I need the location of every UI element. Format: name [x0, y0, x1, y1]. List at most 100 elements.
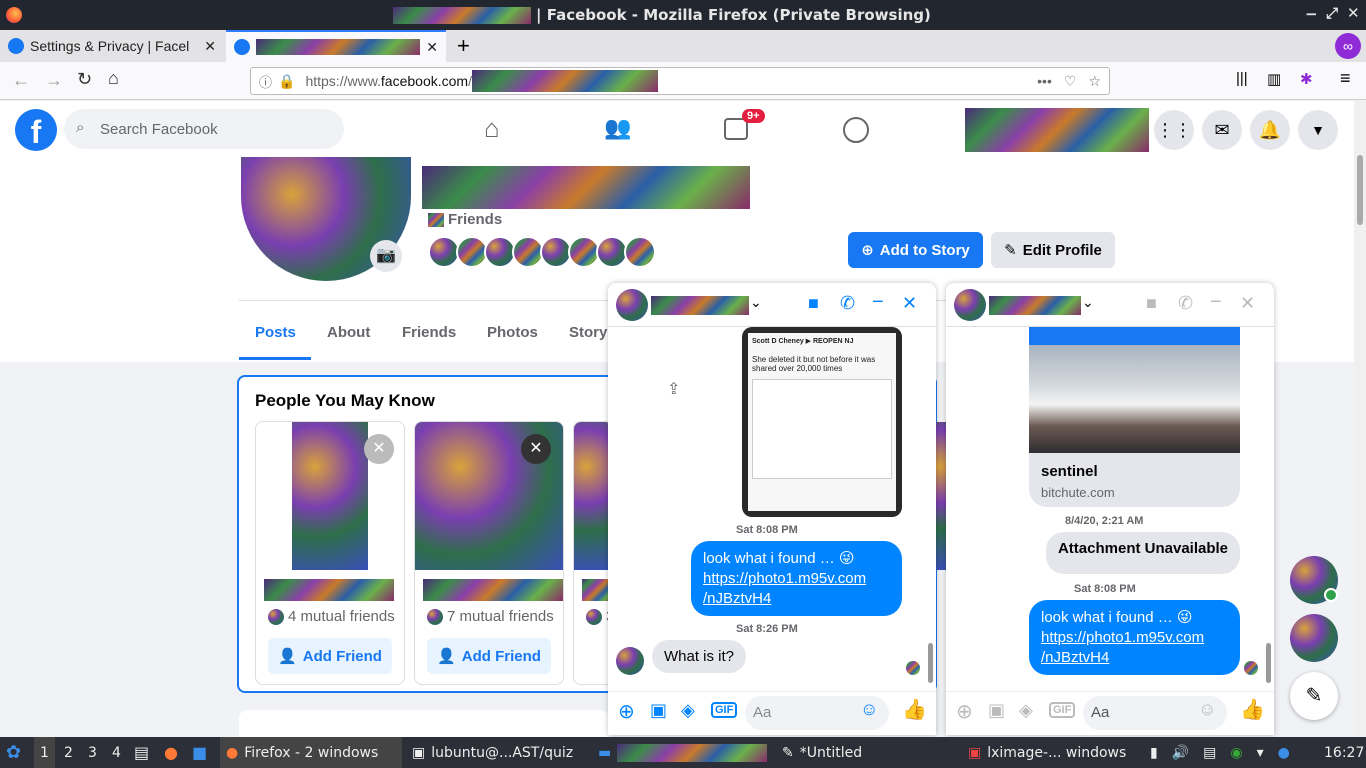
- network-icon[interactable]: ▾: [1257, 745, 1264, 761]
- add-friend-button[interactable]: 👤 Add Friend: [427, 638, 551, 674]
- friends-nav-icon[interactable]: 👥: [604, 115, 631, 141]
- minimize-chat-icon[interactable]: −: [1210, 291, 1222, 314]
- chat-head[interactable]: [1290, 614, 1338, 662]
- url-bar[interactable]: ⓘ 🔒 https://www. facebook.com / ••• ♡ ☆: [250, 67, 1110, 95]
- sent-message[interactable]: look what i found … 😜 https://photo1.m95…: [691, 541, 902, 616]
- facebook-logo-icon[interactable]: f: [15, 109, 57, 151]
- chat-window[interactable]: ⌄ ■ ✆ − ✕ ⇪ Scott D Cheney ▶ REOPEN NJ S…: [608, 283, 936, 735]
- message-link[interactable]: https://photo1.m95v.com: [703, 569, 890, 589]
- file-manager-icon[interactable]: ▤: [134, 737, 149, 768]
- start-menu-icon[interactable]: ✿: [6, 737, 21, 768]
- info-icon[interactable]: ⓘ: [259, 72, 272, 91]
- add-friend-button[interactable]: 👤 Add Friend: [268, 638, 392, 674]
- card-photo[interactable]: [292, 422, 368, 570]
- tab-close-icon[interactable]: ✕: [426, 39, 438, 56]
- workspace-2[interactable]: 2: [64, 737, 73, 768]
- tab-photos[interactable]: Photos: [487, 324, 538, 341]
- close-chat-icon[interactable]: ✕: [1240, 293, 1255, 314]
- page-scrollbar-thumb[interactable]: [1357, 155, 1363, 225]
- gif-icon[interactable]: GIF: [1049, 702, 1076, 718]
- chevron-down-icon[interactable]: ⌄: [750, 294, 762, 311]
- new-tab-icon[interactable]: +: [457, 33, 470, 59]
- sidebar-icon[interactable]: ▥: [1267, 70, 1281, 88]
- add-to-story-button[interactable]: ⊕ Add to Story: [848, 232, 983, 268]
- shared-image[interactable]: Scott D Cheney ▶ REOPEN NJ She deleted i…: [742, 327, 902, 517]
- video-call-icon[interactable]: ■: [1146, 293, 1157, 314]
- pymk-card[interactable]: ✕ 4 mutual friends 👤 Add Friend: [255, 421, 405, 685]
- mutual-friends[interactable]: 4 mutual friends: [288, 608, 395, 625]
- task-lximage[interactable]: ▣ lximage-... windows: [968, 737, 1126, 768]
- tab-friends[interactable]: Friends: [402, 324, 456, 341]
- close-chat-icon[interactable]: ✕: [902, 293, 917, 314]
- friend-avatars[interactable]: [428, 236, 658, 268]
- message-link[interactable]: /nJBztvH4: [703, 589, 890, 609]
- plus-circle-icon[interactable]: ⊕: [618, 699, 635, 724]
- bookmark-star-icon[interactable]: ☆: [1088, 73, 1101, 90]
- camera-icon[interactable]: 📷: [370, 240, 402, 272]
- tab-posts[interactable]: Posts: [255, 324, 296, 341]
- chat-scrollbar[interactable]: [928, 643, 933, 683]
- phone-call-icon[interactable]: ✆: [840, 293, 855, 314]
- clock[interactable]: 16:27: [1324, 737, 1364, 768]
- link-preview[interactable]: sentinel bitchute.com: [1029, 327, 1240, 507]
- redacted-profile-chip[interactable]: [965, 108, 1149, 152]
- tab-settings[interactable]: Settings & Privacy | Facel ✕: [0, 30, 224, 62]
- pocket-icon[interactable]: ♡: [1064, 73, 1077, 90]
- dismiss-icon[interactable]: ✕: [364, 434, 394, 464]
- forward-icon[interactable]: →: [45, 70, 63, 91]
- menu-icon[interactable]: ≡: [1340, 68, 1351, 89]
- sender-avatar[interactable]: [616, 647, 644, 675]
- maximize-icon[interactable]: ⤢: [1326, 4, 1338, 22]
- chat-scrollbar[interactable]: [1266, 643, 1271, 683]
- emoji-icon[interactable]: ☺: [1198, 699, 1216, 720]
- photo-icon[interactable]: ▣: [988, 700, 1005, 721]
- home-icon[interactable]: ⌂: [108, 68, 119, 89]
- plus-circle-icon[interactable]: ⊕: [956, 699, 973, 724]
- workspace-3[interactable]: 3: [88, 737, 97, 768]
- video-call-icon[interactable]: ■: [808, 293, 819, 314]
- redacted-card-name[interactable]: [264, 579, 394, 601]
- desktop-icon[interactable]: ■: [192, 737, 207, 768]
- chat-window[interactable]: ⌄ ■ ✆ − ✕ sentinel bitchute.com 8/4/20, …: [946, 283, 1274, 735]
- record-icon[interactable]: ◉: [1230, 745, 1242, 761]
- home-nav-icon[interactable]: ⌂: [484, 113, 500, 144]
- message-link[interactable]: https://photo1.m95v.com: [1041, 628, 1228, 648]
- volume-icon[interactable]: 🔊: [1172, 745, 1189, 761]
- library-icon[interactable]: |||: [1236, 70, 1248, 87]
- friend-avatar[interactable]: [624, 236, 656, 268]
- messenger-icon[interactable]: ✉: [1202, 110, 1242, 150]
- extension-icon[interactable]: ✱: [1300, 70, 1313, 88]
- page-scrollbar[interactable]: [1354, 101, 1366, 737]
- link-title[interactable]: sentinel: [1041, 463, 1098, 480]
- task-firefox[interactable]: ● Firefox - 2 windows: [220, 737, 402, 768]
- update-icon[interactable]: ●: [1278, 745, 1290, 761]
- card-photo-partial[interactable]: [936, 422, 946, 570]
- clipboard-icon[interactable]: ▤: [1203, 745, 1216, 761]
- minimize-chat-icon[interactable]: −: [872, 291, 884, 314]
- sent-message[interactable]: look what i found … 😜 https://photo1.m95…: [1029, 600, 1240, 675]
- emoji-icon[interactable]: ☺: [860, 699, 878, 720]
- message-link[interactable]: /nJBztvH4: [1041, 648, 1228, 668]
- received-message[interactable]: What is it?: [652, 640, 747, 673]
- tab-about[interactable]: About: [327, 324, 370, 341]
- redacted-chat-name[interactable]: [651, 296, 749, 315]
- sticker-icon[interactable]: ◈: [1019, 700, 1033, 721]
- chevron-down-icon[interactable]: ⌄: [1082, 294, 1094, 311]
- notifications-icon[interactable]: 🔔: [1250, 110, 1290, 150]
- dismiss-icon[interactable]: ✕: [521, 434, 551, 464]
- workspace-4[interactable]: 4: [112, 737, 121, 768]
- redacted-chat-name[interactable]: [989, 296, 1081, 315]
- back-icon[interactable]: ←: [12, 70, 30, 91]
- chat-avatar[interactable]: [954, 289, 986, 321]
- battery-icon[interactable]: ▮: [1150, 745, 1158, 761]
- like-icon[interactable]: 👍: [1240, 697, 1265, 722]
- account-dropdown-icon[interactable]: ▼: [1298, 110, 1338, 150]
- redacted-card-name[interactable]: [423, 579, 563, 601]
- mutual-friends[interactable]: 7 mutual friends: [447, 608, 554, 625]
- tab-story[interactable]: Story: [569, 324, 607, 341]
- phone-call-icon[interactable]: ✆: [1178, 293, 1193, 314]
- search-input[interactable]: ⌕ Search Facebook: [64, 109, 344, 149]
- close-icon[interactable]: ✕: [1347, 4, 1360, 22]
- groups-nav-icon[interactable]: [843, 117, 869, 143]
- reload-icon[interactable]: ↻: [77, 69, 92, 90]
